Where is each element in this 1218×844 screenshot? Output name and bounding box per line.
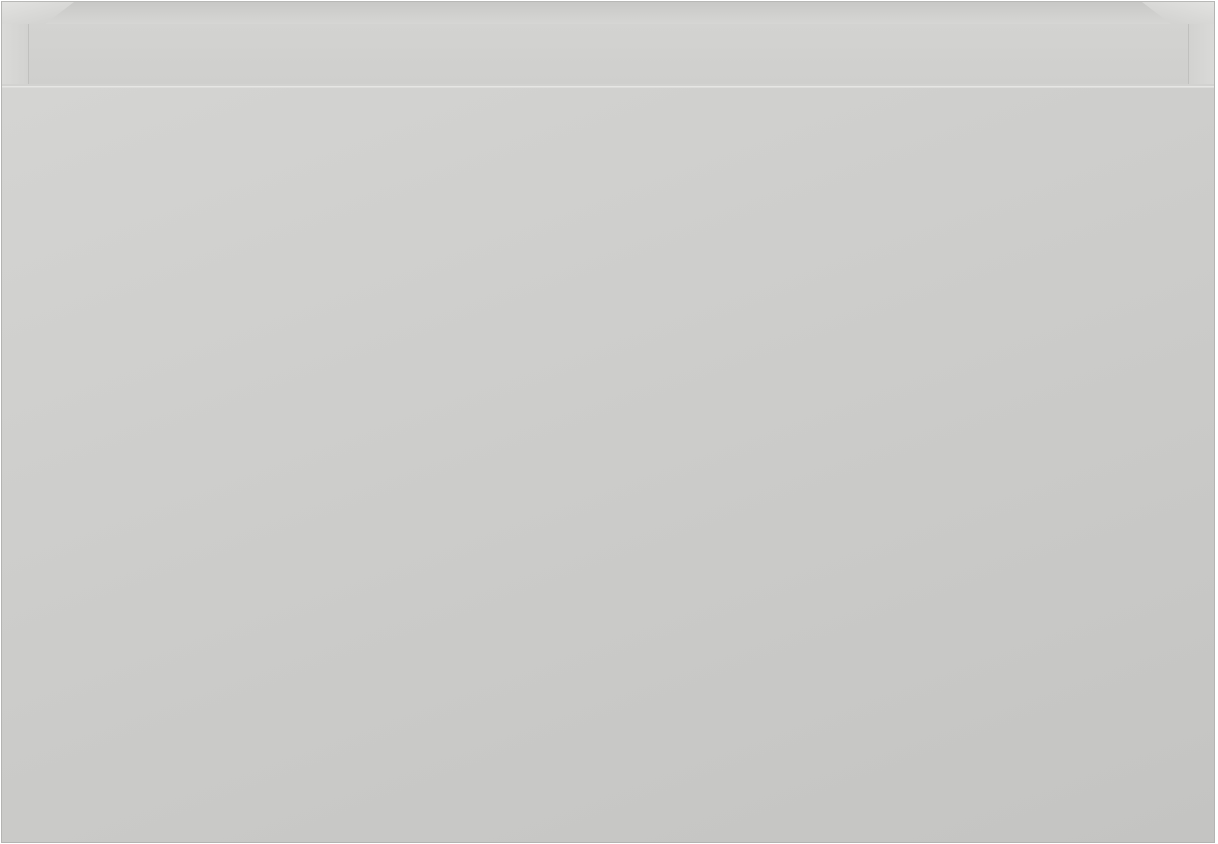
box-right-outline xyxy=(1214,1,1215,843)
box-left-outline xyxy=(1,1,2,843)
box-bottom-outline xyxy=(1,842,1215,843)
planter-box-render xyxy=(0,0,1218,844)
box-back-rim xyxy=(28,2,1188,25)
box-inner-back-wall xyxy=(28,24,1190,84)
box-top-edge-line xyxy=(2,1,1214,2)
box-front-panel xyxy=(2,86,1214,843)
